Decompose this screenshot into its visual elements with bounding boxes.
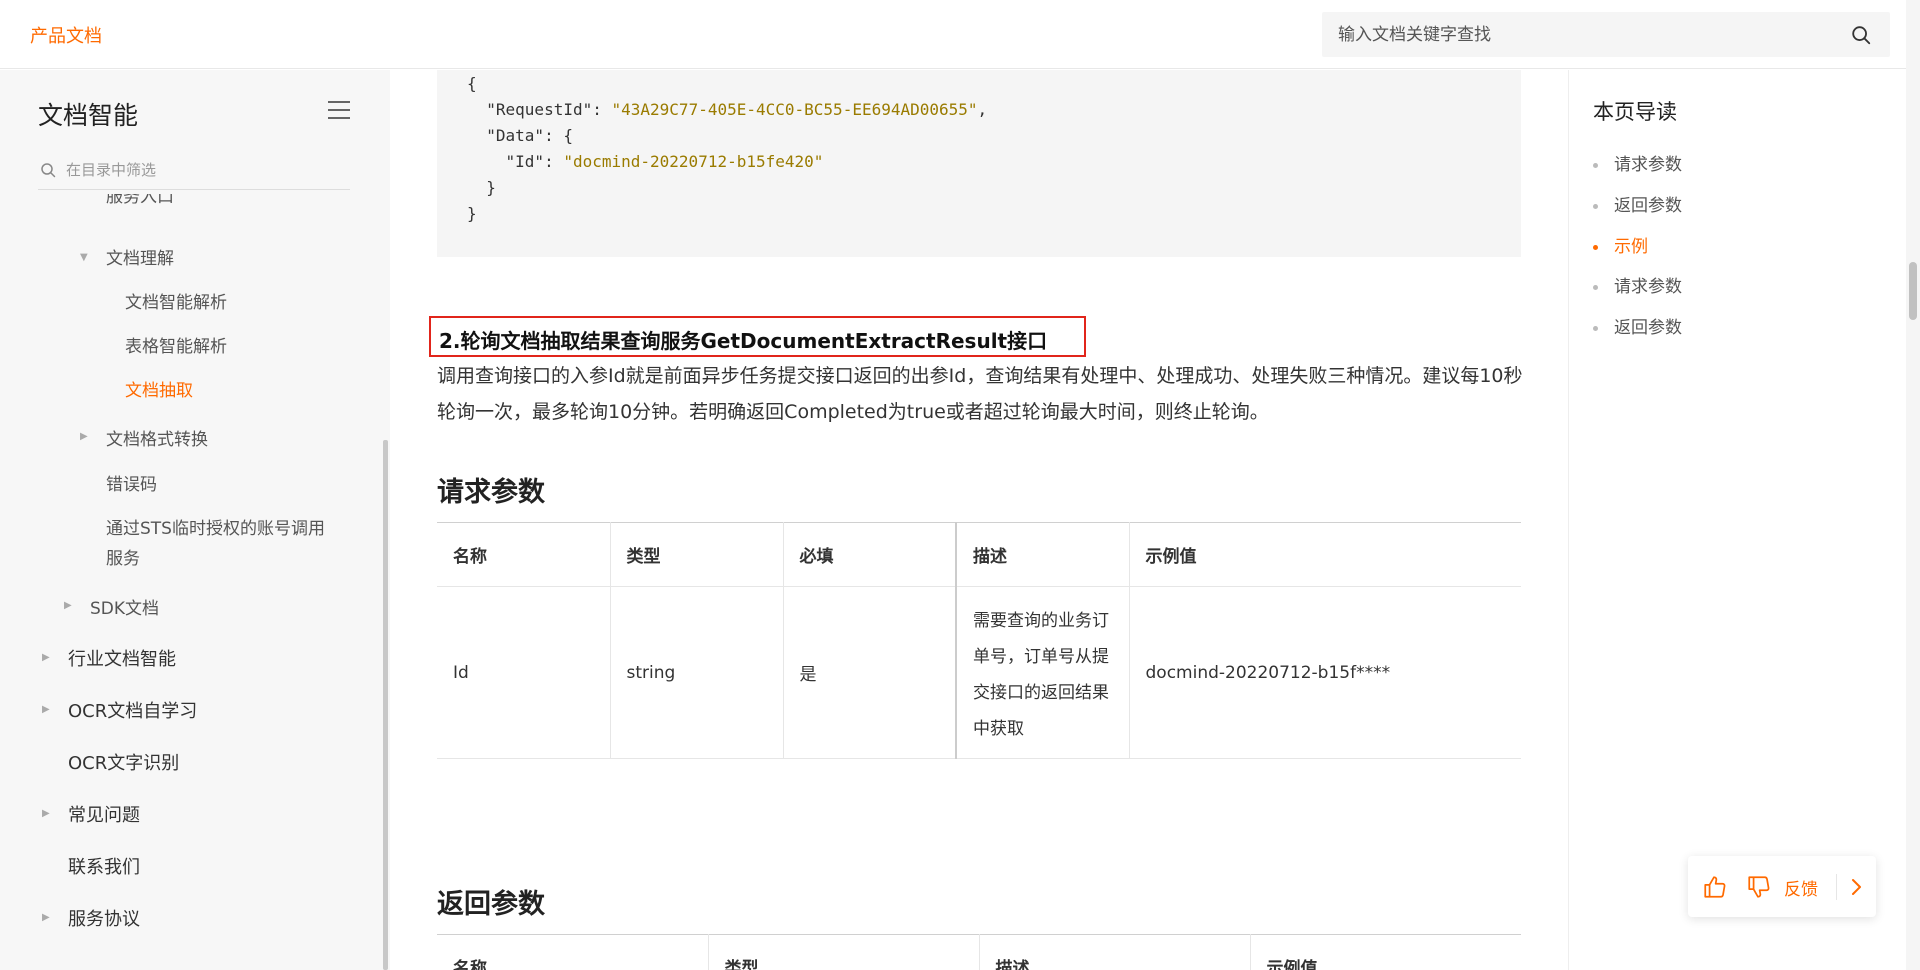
toc-item-response[interactable]: 返回参数: [1593, 191, 1682, 216]
cell-example: docmind-20220712-b15f****: [1128, 586, 1521, 759]
table-header-row: 名称 类型 描述 示例值: [437, 934, 1521, 970]
caret-right-icon[interactable]: ▶: [42, 912, 50, 923]
caret-right-icon[interactable]: ▶: [64, 600, 72, 611]
cell-name: Id: [437, 586, 611, 759]
sidebar-item-agreement[interactable]: 服务协议: [68, 905, 140, 931]
toc-item-request-2[interactable]: 请求参数: [1593, 272, 1682, 297]
sidebar-item-sts-auth[interactable]: 通过STS临时授权的账号调用: [106, 514, 325, 539]
section-heading-text: 2.轮询文档抽取结果查询服务GetDocumentExtractResult接口: [439, 329, 1048, 353]
col-header-type: 类型: [707, 934, 980, 970]
sidebar-item-label: 服务入口: [106, 194, 174, 207]
sidebar-item-doc-understanding[interactable]: 文档理解: [106, 244, 174, 269]
bullet-icon: [1593, 162, 1598, 168]
toc-item-example[interactable]: 示例: [1593, 232, 1648, 257]
caret-right-icon[interactable]: ▶: [80, 431, 88, 442]
col-header-desc: 描述: [978, 934, 1251, 970]
toc-item-request[interactable]: 请求参数: [1593, 150, 1682, 175]
feedback-widget: 反馈: [1688, 856, 1876, 917]
response-params-table: 名称 类型 描述 示例值: [437, 934, 1521, 970]
chevron-right-icon[interactable]: [1844, 875, 1868, 899]
menu-icon[interactable]: [327, 100, 351, 120]
bullet-icon: [1593, 284, 1598, 290]
caret-right-icon[interactable]: ▶: [42, 808, 50, 819]
code-line: {: [467, 74, 477, 93]
feedback-button[interactable]: 反馈: [1784, 875, 1818, 900]
table-row: Id string 是 需要查询的业务订单号，订单号从提交接口的返回结果中获取 …: [437, 586, 1521, 759]
page-scrollbar-thumb[interactable]: [1909, 262, 1917, 320]
col-header-example: 示例值: [1249, 934, 1521, 970]
sidebar-filter[interactable]: [38, 150, 350, 190]
sidebar-item-clipped[interactable]: 服务入口: [0, 194, 380, 216]
caret-right-icon[interactable]: ▶: [42, 704, 50, 715]
bullet-icon: [1593, 203, 1598, 209]
main-content: { "RequestId": "43A29C77-405E-4CC0-BC55-…: [390, 70, 1568, 970]
search-box[interactable]: [1322, 12, 1890, 57]
divider: [1836, 874, 1837, 900]
code-line: "RequestId": "43A29C77-405E-4CC0-BC55-EE…: [467, 100, 988, 119]
bullet-icon: [1593, 244, 1598, 250]
sidebar-item-sts-auth-cont[interactable]: 服务: [106, 544, 140, 569]
cell-required: 是: [782, 586, 957, 759]
request-params-heading: 请求参数: [437, 477, 545, 508]
highlighted-section-heading: 2.轮询文档抽取结果查询服务GetDocumentExtractResult接口: [429, 316, 1086, 357]
sidebar-item-format-convert[interactable]: 文档格式转换: [106, 425, 208, 450]
sidebar-item-industry[interactable]: 行业文档智能: [68, 645, 176, 671]
col-header-example: 示例值: [1128, 522, 1521, 587]
table-header-row: 名称 类型 必填 描述 示例值: [437, 522, 1521, 587]
page-scrollbar[interactable]: [1906, 0, 1920, 970]
sidebar-item-faq[interactable]: 常见问题: [68, 801, 140, 827]
caret-down-icon[interactable]: ▼: [80, 252, 88, 263]
bullet-icon: [1593, 325, 1598, 331]
sidebar-item-error-codes[interactable]: 错误码: [106, 470, 157, 495]
search-icon[interactable]: [1850, 24, 1872, 46]
sidebar-item-doc-parse[interactable]: 文档智能解析: [125, 288, 227, 313]
toc-title: 本页导读: [1593, 100, 1677, 124]
col-header-type: 类型: [609, 522, 784, 587]
col-header-name: 名称: [437, 522, 611, 587]
code-block: { "RequestId": "43A29C77-405E-4CC0-BC55-…: [437, 70, 1521, 257]
code-line: }: [467, 204, 477, 223]
response-params-heading: 返回参数: [437, 889, 545, 920]
cell-type: string: [609, 586, 784, 759]
col-header-required: 必填: [782, 522, 957, 587]
sidebar-item-sdk[interactable]: SDK文档: [90, 594, 159, 619]
cell-desc: 需要查询的业务订单号，订单号从提交接口的返回结果中获取: [955, 586, 1130, 759]
search-input[interactable]: [1338, 12, 1838, 57]
sidebar-scrollbar[interactable]: [383, 440, 388, 970]
sidebar: 文档智能 服务入口 ▼ 文档理解 文档智能解析 表格智能解析 文档抽取 ▶ 文档…: [0, 70, 390, 970]
sidebar-item-contact[interactable]: 联系我们: [68, 853, 140, 879]
thumbs-up-icon[interactable]: [1702, 874, 1728, 900]
sidebar-item-ocr[interactable]: OCR文字识别: [68, 749, 179, 775]
col-header-name: 名称: [437, 934, 709, 970]
thumbs-down-icon[interactable]: [1746, 874, 1772, 900]
toc-item-response-2[interactable]: 返回参数: [1593, 313, 1682, 338]
sidebar-item-doc-extract[interactable]: 文档抽取: [125, 376, 193, 401]
top-header: 产品文档: [0, 0, 1920, 69]
description-paragraph: 调用查询接口的入参Id就是前面异步任务提交接口返回的出参Id，查询结果有处理中、…: [437, 365, 1523, 423]
col-header-desc: 描述: [955, 522, 1130, 587]
sidebar-title: 文档智能: [38, 101, 139, 130]
code-line: "Data": {: [467, 126, 573, 145]
sidebar-item-ocr-selflearn[interactable]: OCR文档自学习: [68, 697, 197, 723]
request-params-table: 名称 类型 必填 描述 示例值 Id string 是 需要查询的业务订单号，订…: [437, 522, 1521, 759]
sidebar-item-table-parse[interactable]: 表格智能解析: [125, 332, 227, 357]
filter-search-icon: [41, 163, 56, 178]
page-toc: 本页导读 请求参数 返回参数 示例 请求参数 返回参数: [1568, 70, 1908, 970]
brand-link[interactable]: 产品文档: [30, 22, 102, 48]
caret-right-icon[interactable]: ▶: [42, 652, 50, 663]
sidebar-filter-input[interactable]: [66, 150, 346, 190]
code-line: "Id": "docmind-20220712-b15fe420": [467, 152, 824, 171]
code-line: }: [467, 178, 496, 197]
